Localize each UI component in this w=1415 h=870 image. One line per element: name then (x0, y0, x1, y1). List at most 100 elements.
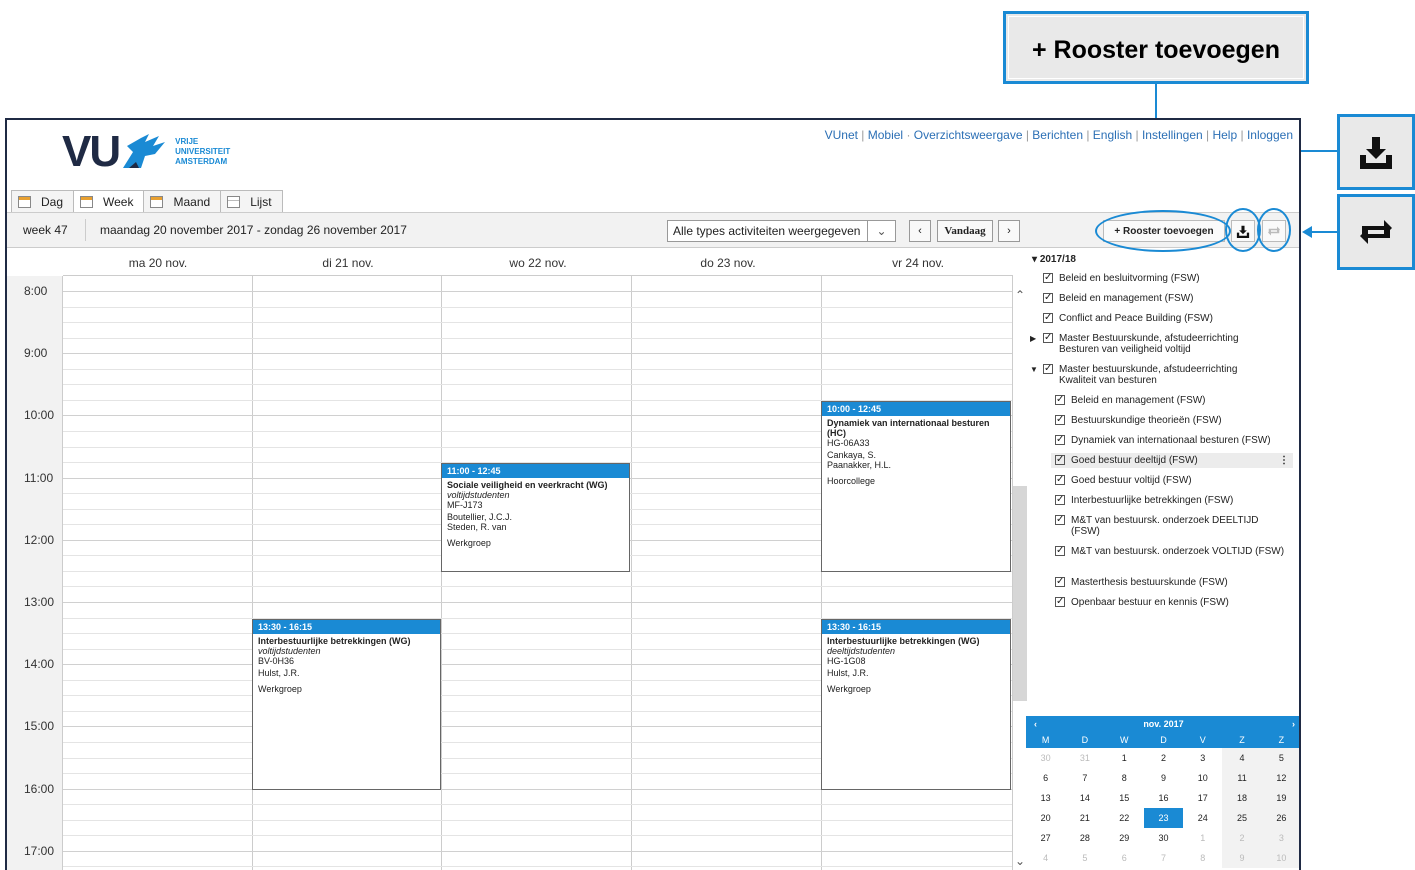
mini-calendar-day[interactable]: 5 (1261, 748, 1299, 768)
event-interbestuurlijk-deeltijd[interactable]: 13:30 - 16:15 Interbestuurlijke betrekki… (821, 619, 1011, 790)
mini-calendar-day[interactable]: 8 (1183, 848, 1222, 868)
tab-lijst[interactable]: Lijst (220, 190, 283, 212)
checkbox[interactable]: ✓ (1055, 577, 1065, 587)
today-button[interactable]: Vandaag (937, 220, 993, 242)
event-dynamiek[interactable]: 10:00 - 12:45 Dynamiek van internationaa… (821, 401, 1011, 572)
year-group[interactable]: ▾ 2017/18 (1032, 254, 1076, 265)
caret-down-icon[interactable]: ▼ (1030, 364, 1038, 375)
mini-calendar-day[interactable]: 31 (1065, 748, 1104, 768)
checkbox[interactable]: ✓ (1043, 333, 1053, 343)
checkbox[interactable]: ✓ (1043, 313, 1053, 323)
schedule-item[interactable]: ✓ Interbestuurlijke betrekkingen (FSW) (1055, 495, 1285, 506)
schedule-item[interactable]: ✓ Conflict and Peace Building (FSW) (1043, 313, 1273, 324)
schedule-item[interactable]: ✓ M&T van bestuursk. onderzoek DEELTIJD (… (1055, 515, 1285, 537)
mini-calendar-day[interactable]: 1 (1105, 748, 1144, 768)
schedule-item[interactable]: ✓ Beleid en management (FSW) (1055, 395, 1285, 406)
mini-calendar-day[interactable]: 13 (1026, 788, 1065, 808)
caret-right-icon[interactable]: ▶ (1030, 333, 1036, 344)
mini-calendar-day[interactable]: 4 (1222, 748, 1262, 768)
schedule-item[interactable]: ✓ M&T van bestuursk. onderzoek VOLTIJD (F… (1055, 546, 1285, 557)
link-english[interactable]: English (1093, 128, 1132, 142)
mini-calendar-day[interactable]: 21 (1065, 808, 1104, 828)
schedule-item[interactable]: ✓ Openbaar bestuur en kennis (FSW) (1055, 597, 1285, 608)
tab-week[interactable]: Week (73, 190, 145, 213)
checkbox[interactable]: ✓ (1055, 455, 1065, 465)
tab-maand[interactable]: Maand (143, 190, 222, 212)
checkbox[interactable]: ✓ (1043, 293, 1053, 303)
schedule-item[interactable]: ✓ Dynamiek van internationaal besturen (F… (1055, 435, 1285, 446)
checkbox[interactable]: ✓ (1043, 364, 1053, 374)
link-vunet[interactable]: VUnet (825, 128, 858, 142)
mini-calendar-day[interactable]: 23 (1143, 808, 1184, 828)
mini-calendar-day[interactable]: 14 (1065, 788, 1104, 808)
schedule-item[interactable]: ✓ Masterthesis bestuurskunde (FSW) (1055, 577, 1285, 588)
link-mobiel[interactable]: Mobiel (868, 128, 903, 142)
schedule-item[interactable]: ✓ Beleid en besluitvorming (FSW) (1043, 273, 1273, 284)
mini-calendar-day[interactable]: 10 (1183, 768, 1222, 788)
chevron-right-icon[interactable]: › (1292, 716, 1295, 732)
mini-calendar-day[interactable]: 25 (1222, 808, 1262, 828)
link-inloggen[interactable]: Inloggen (1247, 128, 1293, 142)
mini-calendar-day[interactable]: 30 (1026, 748, 1065, 768)
checkbox[interactable]: ✓ (1055, 475, 1065, 485)
mini-calendar-day[interactable]: 5 (1065, 848, 1104, 868)
checkbox[interactable]: ✓ (1055, 415, 1065, 425)
mini-calendar-day[interactable]: 18 (1222, 788, 1262, 808)
chevron-up-icon[interactable]: ⌃ (1015, 288, 1025, 302)
mini-calendar-day[interactable]: 15 (1105, 788, 1144, 808)
activity-filter-select[interactable]: Alle types activiteiten weergegeven ⌄ (667, 220, 896, 242)
mini-calendar-day[interactable]: 17 (1183, 788, 1222, 808)
chevron-down-icon[interactable]: ⌄ (1015, 854, 1025, 868)
mini-calendar-day[interactable]: 4 (1026, 848, 1065, 868)
vu-logo[interactable]: VU VRIJE UNIVERSITEIT AMSTERDAM (62, 130, 230, 174)
mini-calendar-day[interactable]: 28 (1065, 828, 1104, 848)
mini-calendar-day[interactable]: 20 (1026, 808, 1065, 828)
mini-calendar-day[interactable]: 29 (1105, 828, 1144, 848)
mini-calendar-day[interactable]: 7 (1065, 768, 1104, 788)
mini-calendar-day[interactable]: 10 (1261, 848, 1299, 868)
mini-calendar-day[interactable]: 16 (1144, 788, 1183, 808)
mini-calendar-day[interactable]: 8 (1105, 768, 1144, 788)
mini-calendar-day[interactable]: 9 (1222, 848, 1262, 868)
scrollbar-thumb[interactable] (1013, 486, 1027, 701)
mini-calendar-day[interactable]: 3 (1183, 748, 1222, 768)
prev-week-button[interactable]: ‹ (909, 220, 931, 242)
chevron-left-icon[interactable]: ‹ (1034, 716, 1037, 732)
schedule-item[interactable]: ✓ Beleid en management (FSW) (1043, 293, 1273, 304)
checkbox[interactable]: ✓ (1055, 395, 1065, 405)
mini-calendar-day[interactable]: 3 (1261, 828, 1299, 848)
mini-calendar-day[interactable]: 7 (1144, 848, 1183, 868)
checkbox[interactable]: ✓ (1055, 495, 1065, 505)
mini-calendar-day[interactable]: 1 (1183, 828, 1222, 848)
mini-calendar-day[interactable]: 26 (1261, 808, 1299, 828)
mini-calendar-day[interactable]: 11 (1222, 768, 1262, 788)
event-sociale-veiligheid[interactable]: 11:00 - 12:45 Sociale veiligheid en veer… (441, 463, 630, 572)
mini-calendar-day[interactable]: 6 (1105, 848, 1144, 868)
mini-calendar-day[interactable]: 22 (1105, 808, 1144, 828)
checkbox[interactable]: ✓ (1055, 515, 1065, 525)
link-help[interactable]: Help (1212, 128, 1237, 142)
mini-calendar-day[interactable]: 24 (1183, 808, 1222, 828)
mini-calendar-day[interactable]: 12 (1261, 768, 1299, 788)
mini-calendar-day[interactable]: 30 (1144, 828, 1183, 848)
event-interbestuurlijk-voltijd[interactable]: 13:30 - 16:15 Interbestuurlijke betrekki… (252, 619, 441, 790)
mini-calendar-day[interactable]: 6 (1026, 768, 1065, 788)
mini-calendar-day[interactable]: 2 (1222, 828, 1262, 848)
schedule-item[interactable]: ✓ Goed bestuur voltijd (FSW) (1055, 475, 1285, 486)
checkbox[interactable]: ✓ (1043, 273, 1053, 283)
schedule-item[interactable]: ▼ ✓ Master bestuurskunde, afstudeerrichtin… (1030, 364, 1273, 387)
more-icon[interactable]: ⋮ (1279, 455, 1289, 466)
schedule-item[interactable]: ▶ ✓ Master Bestuurskunde, afstudeerrichtin… (1030, 333, 1273, 356)
link-berichten[interactable]: Berichten (1032, 128, 1083, 142)
next-week-button[interactable]: › (998, 220, 1020, 242)
tab-dag[interactable]: Dag (11, 190, 75, 212)
checkbox[interactable]: ✓ (1055, 597, 1065, 607)
grid-scrollbar[interactable]: ⌃ ⌄ (1013, 276, 1027, 870)
mini-calendar-day[interactable]: 9 (1144, 768, 1183, 788)
schedule-item[interactable]: ✓ Goed bestuur deeltijd (FSW) ⋮ (1051, 453, 1293, 468)
link-overzicht[interactable]: Overzichtsweergave (914, 128, 1023, 142)
mini-calendar-day[interactable]: 2 (1144, 748, 1183, 768)
mini-calendar-day[interactable]: 27 (1026, 828, 1065, 848)
checkbox[interactable]: ✓ (1055, 435, 1065, 445)
checkbox[interactable]: ✓ (1055, 546, 1065, 556)
